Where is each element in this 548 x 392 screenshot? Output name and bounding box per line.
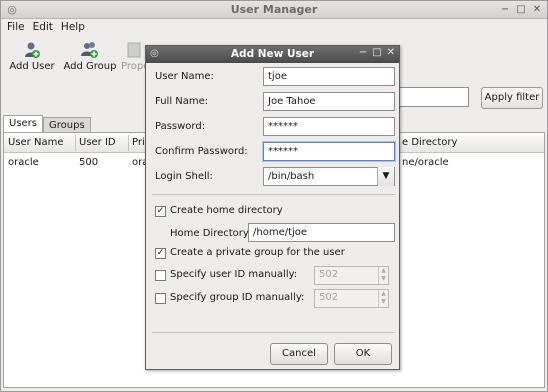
menu-file[interactable]: File <box>5 19 31 37</box>
specify-gid-label: Specify group ID manually: <box>170 292 305 303</box>
full-name-label: Full Name: <box>155 96 209 107</box>
title-bar[interactable]: ◎ User Manager − □ ✕ <box>1 1 547 19</box>
add-user-label: Add User <box>9 61 55 72</box>
dialog-minimize-icon[interactable]: − <box>359 47 367 58</box>
separator <box>152 332 395 333</box>
menu-help[interactable]: Help <box>59 19 91 37</box>
cell-user-id: 500 <box>79 157 99 168</box>
cell-user-name: oracle <box>8 157 39 168</box>
chevron-down-icon[interactable]: ▼ <box>377 167 394 186</box>
user-name-field[interactable]: tjoe <box>263 67 395 86</box>
add-user-icon <box>23 41 41 59</box>
add-user-button[interactable]: Add User <box>9 38 55 78</box>
specify-uid-checkbox[interactable] <box>155 270 166 281</box>
ok-button[interactable]: OK <box>334 343 392 365</box>
tab-users[interactable]: Users <box>3 115 44 133</box>
menu-bar: File Edit Help <box>1 19 547 37</box>
col-home-directory[interactable]: e Directory <box>402 137 457 148</box>
tab-bar: Users Groups <box>3 115 91 133</box>
menu-edit[interactable]: Edit <box>31 19 59 37</box>
add-group-label: Add Group <box>63 61 117 72</box>
uid-spinner[interactable]: 502 ▲ ▼ <box>314 266 389 285</box>
add-group-icon <box>81 41 99 59</box>
dialog-title-bar[interactable]: ◎ Add New User − □ ✕ <box>146 46 399 63</box>
separator <box>152 194 395 195</box>
password-label: Password: <box>155 121 206 132</box>
close-icon[interactable]: ✕ <box>531 3 543 16</box>
spinner-arrows-icon[interactable]: ▲ ▼ <box>378 267 388 284</box>
private-group-label: Create a private group for the user <box>170 247 345 258</box>
tab-groups[interactable]: Groups <box>43 117 91 133</box>
uid-value: 502 <box>319 269 339 280</box>
search-filter-input[interactable] <box>399 87 469 107</box>
properties-icon <box>125 41 143 59</box>
spinner-arrows-icon[interactable]: ▲ ▼ <box>378 290 388 307</box>
create-home-label: Create home directory <box>170 205 283 216</box>
confirm-password-field[interactable]: ****** <box>263 142 395 161</box>
home-directory-label: Home Directory: <box>170 228 252 239</box>
password-field[interactable]: ****** <box>263 117 395 136</box>
specify-gid-checkbox[interactable] <box>155 293 166 304</box>
dialog-maximize-icon[interactable]: □ <box>372 47 381 58</box>
login-shell-label: Login Shell: <box>155 171 213 182</box>
gid-spinner[interactable]: 502 ▲ ▼ <box>314 289 389 308</box>
cancel-button[interactable]: Cancel <box>270 343 328 365</box>
private-group-checkbox[interactable]: ✓ <box>155 248 166 259</box>
col-user-name[interactable]: User Name <box>8 137 63 148</box>
maximize-icon[interactable]: □ <box>515 3 527 16</box>
user-name-label: User Name: <box>155 71 214 82</box>
login-shell-combo[interactable]: /bin/bash ▼ <box>263 167 395 186</box>
specify-uid-label: Specify user ID manually: <box>170 269 298 280</box>
gid-value: 502 <box>319 292 339 303</box>
login-shell-value: /bin/bash <box>268 171 315 182</box>
add-group-button[interactable]: Add Group <box>63 38 117 78</box>
cell-home-directory: ne/oracle <box>402 157 449 168</box>
dialog-close-icon[interactable]: ✕ <box>387 47 395 58</box>
create-home-checkbox[interactable]: ✓ <box>155 206 166 217</box>
minimize-icon[interactable]: − <box>499 3 511 16</box>
add-new-user-dialog: ◎ Add New User − □ ✕ User Name: tjoe Ful… <box>145 45 400 370</box>
confirm-password-label: Confirm Password: <box>155 146 248 157</box>
apply-filter-button[interactable]: Apply filter <box>481 87 543 109</box>
full-name-field[interactable]: Joe Tahoe <box>263 92 395 111</box>
home-directory-field[interactable]: /home/tjoe <box>248 223 395 242</box>
window-title: User Manager <box>230 3 318 16</box>
col-user-id[interactable]: User ID <box>79 137 116 148</box>
